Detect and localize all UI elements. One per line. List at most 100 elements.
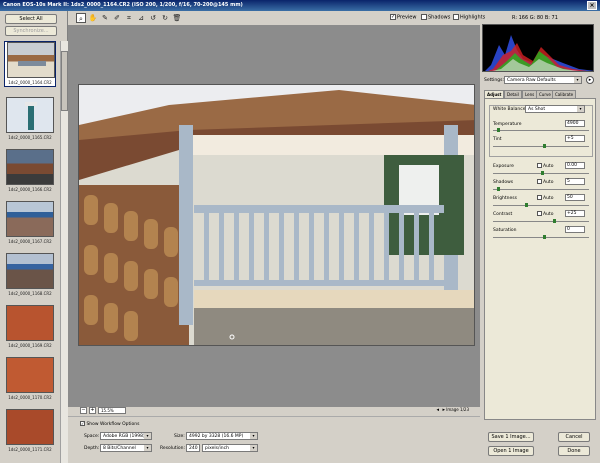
photo-illustration (79, 85, 474, 345)
thumbnail-item[interactable]: 1ds2_0000_1164.CR2 (4, 41, 56, 87)
brightness-input[interactable]: 50 (565, 194, 585, 201)
temperature-slider[interactable] (493, 128, 589, 132)
tab-detail[interactable]: Detail (504, 90, 522, 98)
thumbnail-item[interactable]: 1ds2_0000_1169.CR2 (4, 305, 56, 349)
thumbnail-item[interactable]: 1ds2_0000_1166.CR2 (4, 149, 56, 193)
settings-row: Settings: Camera Raw Defaults ▾ ▸ (484, 76, 596, 86)
chevron-down-icon: ▾ (144, 445, 151, 451)
slider-knob[interactable] (543, 235, 546, 239)
toolbar: ⌕ ✋ ✎ ✐ ⌗ ⊿ ↺ ↻ 🗑 ✓ Preview Shadows Highl… (68, 11, 485, 25)
synchronize-button[interactable]: Synchronize... (5, 26, 57, 36)
contrast-input[interactable]: +25 (565, 210, 585, 217)
hand-tool-icon[interactable]: ✋ (88, 13, 98, 23)
shadows-slider[interactable] (493, 187, 589, 191)
shadows-auto-checkbox[interactable]: Auto (537, 179, 553, 185)
save-image-button[interactable]: Save 1 Image... (488, 432, 534, 442)
adjust-panel: White Balance: As Shot ▾ Temperature 4900… (484, 98, 596, 420)
settings-select[interactable]: Camera Raw Defaults ▾ (504, 76, 582, 84)
open-image-button[interactable]: Open 1 Image (488, 446, 534, 456)
zoom-out-button[interactable]: − (80, 407, 87, 414)
saturation-slider[interactable] (493, 235, 589, 239)
tint-input[interactable]: +5 (565, 135, 585, 142)
preview-checkbox[interactable]: ✓ Preview (390, 14, 416, 21)
thumbnail-label: 1ds2_0000_1166.CR2 (8, 187, 52, 192)
white-balance-tool-icon[interactable]: ✎ (100, 13, 110, 23)
size-label: Size: (174, 434, 185, 439)
slider-knob[interactable] (543, 144, 546, 148)
thumbnail-image (6, 97, 54, 133)
select-all-button[interactable]: Select All (5, 14, 57, 24)
resolution-label: Resolution: (160, 446, 186, 451)
thumbnail-label: 1ds2_0000_1171.CR2 (8, 447, 52, 452)
filmstrip: Select All Synchronize... 1ds2_0000_1164… (0, 11, 68, 463)
resolution-unit-select[interactable]: pixels/inch ▾ (202, 444, 258, 452)
resolution-input[interactable]: 240 (186, 444, 200, 452)
zoom-level-select[interactable]: 15.5% (98, 407, 126, 414)
slider-knob[interactable] (541, 171, 544, 175)
next-image-icon[interactable]: ▸ (442, 407, 445, 413)
slider-knob[interactable] (497, 187, 500, 191)
thumbnail-image (6, 357, 54, 393)
temperature-input[interactable]: 4900 (565, 120, 585, 127)
done-button[interactable]: Done (558, 446, 590, 456)
thumbnail-item[interactable]: 1ds2_0000_1167.CR2 (4, 201, 56, 245)
thumbnail-label: 1ds2_0000_1167.CR2 (8, 239, 52, 244)
previous-image-icon[interactable]: ◂ (436, 407, 439, 413)
shadows-input[interactable]: 5 (565, 178, 585, 185)
tint-slider[interactable] (493, 144, 589, 148)
exposure-input[interactable]: 0.00 (565, 162, 585, 169)
exposure-auto-checkbox[interactable]: Auto (537, 163, 553, 169)
slider-knob[interactable] (497, 128, 500, 132)
exposure-slider[interactable] (493, 171, 589, 175)
crop-tool-icon[interactable]: ⌗ (124, 13, 134, 23)
close-icon[interactable]: × (587, 1, 597, 10)
brightness-slider[interactable] (493, 203, 589, 207)
chevron-down-icon: ▾ (144, 433, 151, 439)
straighten-tool-icon[interactable]: ⊿ (136, 13, 146, 23)
rgb-readout: R: 166 G: 80 B: 71 (512, 15, 558, 21)
thumbnail-image (6, 305, 54, 341)
space-label: Space: (84, 434, 100, 439)
zoom-in-button[interactable]: + (89, 407, 96, 414)
tabs-bar: Adjust Detail Lens Curve Calibrate (484, 90, 596, 98)
thumbnail-item[interactable]: 1ds2_0000_1170.CR2 (4, 357, 56, 401)
saturation-label: Saturation (493, 228, 517, 233)
zoom-tool-icon[interactable]: ⌕ (76, 13, 86, 23)
chevron-down-icon: ▾ (577, 106, 584, 112)
brightness-auto-checkbox[interactable]: Auto (537, 195, 553, 201)
highlights-checkbox[interactable]: Highlights (453, 14, 485, 21)
slider-knob[interactable] (553, 219, 556, 223)
contrast-auto-checkbox[interactable]: Auto (537, 211, 553, 217)
filmstrip-scrollbar[interactable] (60, 41, 68, 463)
tab-adjust[interactable]: Adjust (484, 90, 505, 98)
white-balance-select[interactable]: As Shot ▾ (525, 105, 585, 113)
brightness-label: Brightness (493, 196, 517, 201)
checkmark-icon: ✓ (390, 14, 396, 20)
space-select[interactable]: Adobe RGB (1998) ▾ (100, 432, 152, 440)
rotate-left-icon[interactable]: ↺ (148, 13, 158, 23)
color-sampler-icon[interactable]: ✐ (112, 13, 122, 23)
window-title: Canon EOS-10s Mark II: 1ds2_0000_1164.CR… (3, 2, 243, 8)
image-count: Image 1/23 (446, 407, 469, 412)
tab-calibrate[interactable]: Calibrate (552, 90, 577, 98)
thumbnail-item[interactable]: 1ds2_0000_1168.CR2 (4, 253, 56, 297)
depth-select[interactable]: 8 Bits/Channel ▾ (100, 444, 152, 452)
scroll-thumb[interactable] (61, 51, 68, 111)
thumbnail-label: 1ds2_0000_1168.CR2 (8, 291, 52, 296)
shadows-checkbox[interactable]: Shadows (421, 14, 450, 21)
cancel-button[interactable]: Cancel (558, 432, 590, 442)
tab-lens[interactable]: Lens (522, 90, 538, 98)
settings-menu-icon[interactable]: ▸ (586, 76, 594, 84)
chevron-down-icon: ▾ (574, 77, 581, 83)
slider-knob[interactable] (525, 203, 528, 207)
thumbnail-item[interactable]: 1ds2_0000_1171.CR2 (4, 409, 56, 453)
thumbnail-image (6, 149, 54, 185)
size-select[interactable]: 4992 by 3328 (16.6 MP) ▾ (186, 432, 258, 440)
rotate-right-icon[interactable]: ↻ (160, 13, 170, 23)
show-workflow-checkbox[interactable]: ✓ Show Workflow Options (80, 421, 139, 427)
saturation-input[interactable]: 0 (565, 226, 585, 233)
preview-image[interactable] (78, 84, 475, 346)
thumbnail-item[interactable]: 1ds2_0000_1165.CR2 (4, 97, 56, 141)
contrast-slider[interactable] (493, 219, 589, 223)
trash-icon[interactable]: 🗑 (172, 13, 182, 23)
